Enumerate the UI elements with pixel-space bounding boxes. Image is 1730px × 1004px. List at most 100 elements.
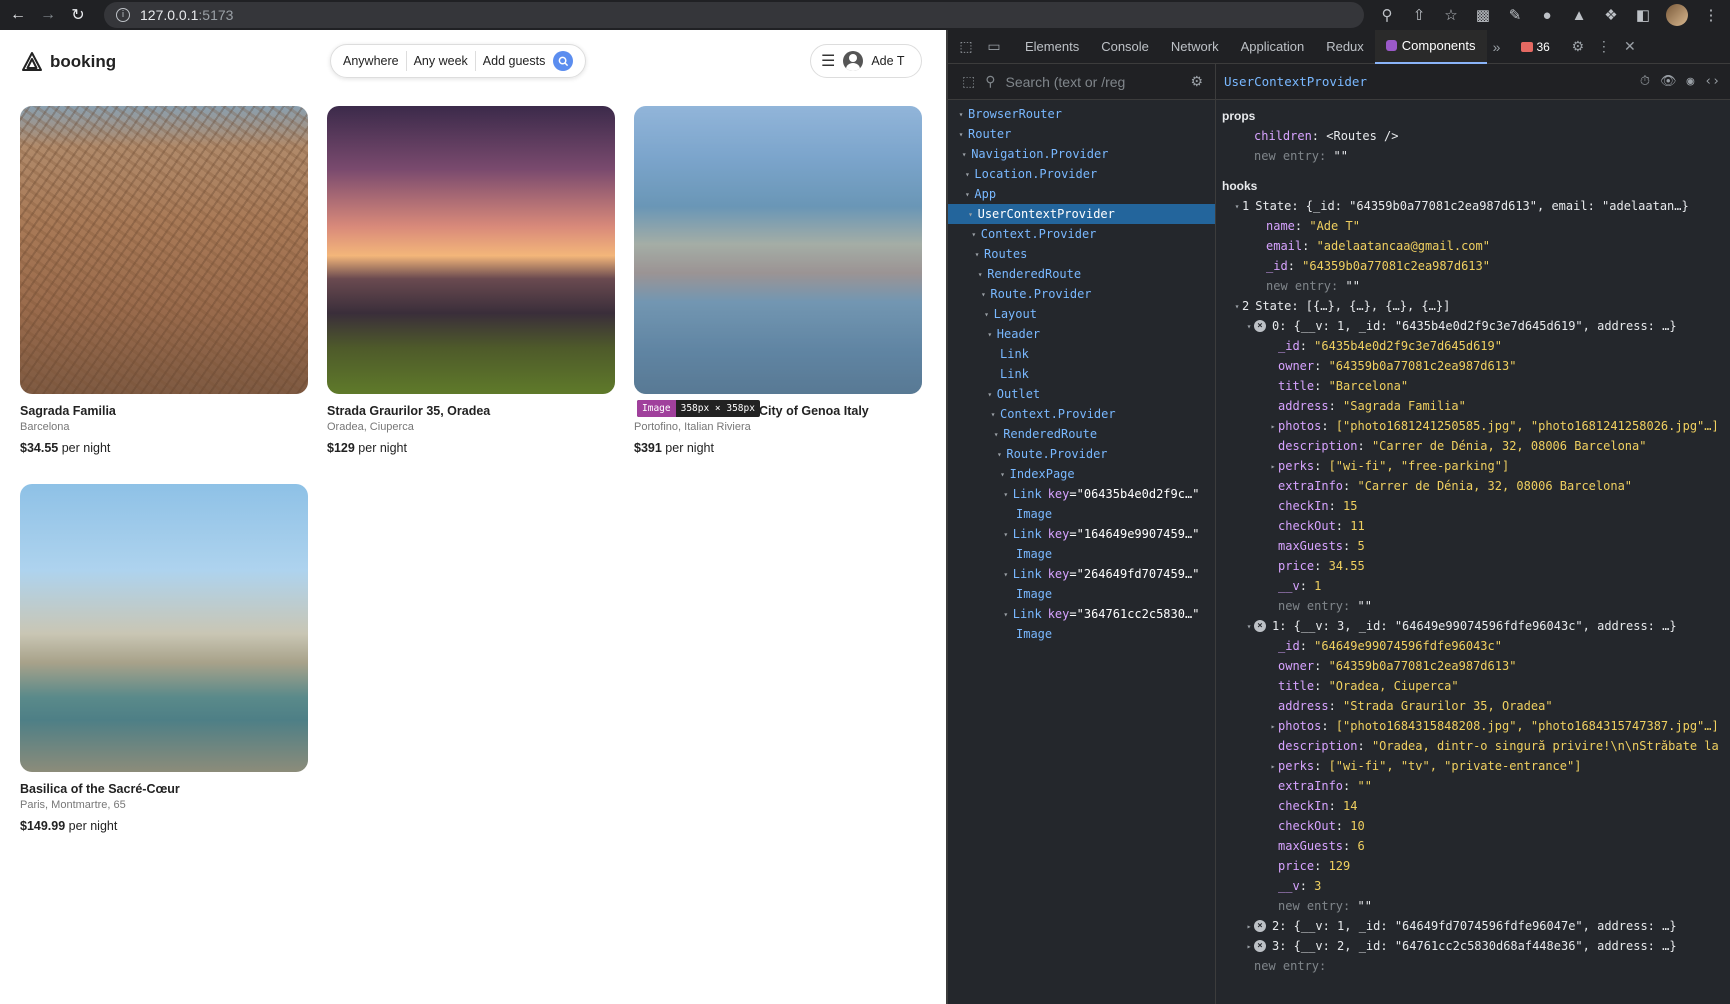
tab-redux[interactable]: Redux <box>1315 30 1375 64</box>
expand-arrow-icon[interactable]: ▾ <box>975 270 985 279</box>
new-entry-value[interactable]: "" <box>1345 279 1359 293</box>
tree-node[interactable]: ▾ RenderedRoute <box>948 264 1215 284</box>
expand-arrow-icon[interactable]: ▾ <box>956 110 966 119</box>
new-entry-value[interactable]: "" <box>1333 149 1347 163</box>
expand-arrow-icon[interactable]: ▾ <box>985 390 995 399</box>
inspector-line[interactable]: price: 129 <box>1216 856 1730 876</box>
tree-node[interactable]: ▾ RenderedRoute <box>948 424 1215 444</box>
inspector-line[interactable]: checkOut: 10 <box>1216 816 1730 836</box>
inspector-line[interactable]: title: "Oradea, Ciuperca" <box>1216 676 1730 696</box>
inspector-line[interactable]: description: "Carrer de Dénia, 32, 08006… <box>1216 436 1730 456</box>
tree-node[interactable]: ▾ Context.Provider <box>948 224 1215 244</box>
tree-node[interactable]: ▾ Layout <box>948 304 1215 324</box>
bug-icon[interactable]: ◉ <box>1687 74 1695 89</box>
eye-icon[interactable]: 👁 <box>1660 74 1677 89</box>
expand-arrow-icon[interactable]: ▾ <box>994 450 1004 459</box>
tree-node[interactable]: ▾ IndexPage <box>948 464 1215 484</box>
expand-arrow-icon[interactable]: ▾ <box>985 330 995 339</box>
listing-image[interactable] <box>327 106 615 394</box>
expand-arrow-icon[interactable]: ▾ <box>966 210 976 219</box>
site-info-icon[interactable]: i <box>116 8 130 22</box>
tree-node[interactable]: ▾ Link key ="164649e9907459…" <box>948 524 1215 544</box>
puzzle-icon[interactable]: ❖ <box>1602 6 1620 24</box>
user-menu-button[interactable]: ☰ Ade T <box>810 44 922 78</box>
inspector-line[interactable]: checkIn: 14 <box>1216 796 1730 816</box>
new-entry-value[interactable]: "" <box>1357 599 1371 613</box>
expand-arrow-icon[interactable]: ▸ <box>1268 762 1278 771</box>
expand-arrow-icon[interactable]: ▾ <box>962 190 972 199</box>
expand-arrow-icon[interactable]: ▾ <box>1232 302 1242 311</box>
tree-node[interactable]: ▾ Location.Provider <box>948 164 1215 184</box>
expand-arrow-icon[interactable]: ▾ <box>982 310 992 319</box>
kebab-menu-icon[interactable]: ⋮ <box>1594 38 1614 55</box>
share-icon[interactable]: ⇧ <box>1410 6 1428 24</box>
component-search-input[interactable]: Search (text or /reg <box>1006 74 1126 90</box>
expand-arrow-icon[interactable]: ▾ <box>1001 490 1011 499</box>
tree-node[interactable]: ▾ Routes <box>948 244 1215 264</box>
inspector-line[interactable]: new entry: "" <box>1216 596 1730 616</box>
expand-arrow-icon[interactable]: ▾ <box>1244 322 1254 331</box>
inspector-line[interactable]: extraInfo: "Carrer de Dénia, 32, 08006 B… <box>1216 476 1730 496</box>
inspector-line[interactable]: __v: 3 <box>1216 876 1730 896</box>
expand-arrow-icon[interactable]: ▾ <box>1001 610 1011 619</box>
inspector-line[interactable]: ▸ photos: ["photo1684315848208.jpg", "pho… <box>1216 716 1730 736</box>
expand-arrow-icon[interactable]: ▾ <box>962 170 972 179</box>
search-any-week[interactable]: Any week <box>414 54 468 68</box>
inspector-line[interactable]: extraInfo: "" <box>1216 776 1730 796</box>
inspector-line[interactable]: _id: "64649e99074596fdfe96043c" <box>1216 636 1730 656</box>
inspector-line[interactable]: ▾ 1 State: {_id: "64359b0a77081c2ea987d613… <box>1216 196 1730 216</box>
tree-node[interactable]: Link <box>948 364 1215 384</box>
inspector-line[interactable]: ▸ × 3: {__v: 2, _id: "64761cc2c5830d68af44… <box>1216 936 1730 956</box>
select-element-icon[interactable]: ⬚ <box>962 73 975 90</box>
color-picker-icon[interactable]: ✎ <box>1506 6 1524 24</box>
inspector-line[interactable]: title: "Barcelona" <box>1216 376 1730 396</box>
expand-arrow-icon[interactable]: ▾ <box>956 130 966 139</box>
tree-node[interactable]: ▾ Outlet <box>948 384 1215 404</box>
inspector-line[interactable]: name: "Ade T" <box>1216 216 1730 236</box>
tree-node[interactable]: ▾ Router <box>948 124 1215 144</box>
inspector-line[interactable]: ▸ perks: ["wi-fi", "tv", "private-entranc… <box>1216 756 1730 776</box>
more-tabs-icon[interactable]: » <box>1487 39 1507 55</box>
inspect-element-icon[interactable]: ⬚ <box>956 38 976 55</box>
view-source-icon[interactable]: ‹› <box>1704 74 1720 89</box>
tree-node[interactable]: Image <box>948 544 1215 564</box>
error-count-badge[interactable]: 36 <box>1520 40 1550 54</box>
inspector-line[interactable]: address: "Sagrada Familia" <box>1216 396 1730 416</box>
inspector-line[interactable]: price: 34.55 <box>1216 556 1730 576</box>
zoom-icon[interactable]: ⚲ <box>1378 6 1396 24</box>
remove-item-icon[interactable]: × <box>1254 620 1266 632</box>
tree-node[interactable]: ▾ App <box>948 184 1215 204</box>
expand-arrow-icon[interactable]: ▾ <box>1001 570 1011 579</box>
tree-node[interactable]: Image <box>948 624 1215 644</box>
listing-card[interactable]: Basilica of the Sacré-Cœur Paris, Montma… <box>20 484 308 833</box>
tree-node[interactable]: ▾ Link key ="06435b4e0d2f9c…" <box>948 484 1215 504</box>
sidebar-icon[interactable]: ◧ <box>1634 6 1652 24</box>
listing-image[interactable] <box>20 106 308 394</box>
timer-icon[interactable]: ⏱ <box>1640 74 1650 89</box>
search-bar[interactable]: Anywhere Any week Add guests <box>330 44 587 78</box>
reload-icon[interactable]: ↻ <box>66 3 90 27</box>
bookmark-star-icon[interactable]: ☆ <box>1442 6 1460 24</box>
tree-node[interactable]: ▾ UserContextProvider <box>948 204 1215 224</box>
tree-node[interactable]: Image <box>948 584 1215 604</box>
tree-node[interactable]: Image <box>948 504 1215 524</box>
expand-arrow-icon[interactable]: ▾ <box>959 150 969 159</box>
expand-arrow-icon[interactable]: ▾ <box>1232 202 1242 211</box>
inspector-line[interactable]: description: "Oradea, dintr-o singură pr… <box>1216 736 1730 756</box>
expand-arrow-icon[interactable]: ▾ <box>978 290 988 299</box>
inspector-line[interactable]: _id: "64359b0a77081c2ea987d613" <box>1216 256 1730 276</box>
browser-menu-icon[interactable]: ⋮ <box>1702 6 1720 24</box>
brand-logo[interactable]: booking <box>20 50 116 74</box>
tree-settings-icon[interactable]: ⚙ <box>1190 73 1203 90</box>
inspector-line[interactable]: ▸ photos: ["photo1681241250585.jpg", "pho… <box>1216 416 1730 436</box>
inspector-line[interactable]: ▸ perks: ["wi-fi", "free-parking"] <box>1216 456 1730 476</box>
profile-avatar[interactable] <box>1666 4 1688 26</box>
tab-application[interactable]: Application <box>1230 30 1316 64</box>
inspector-line[interactable]: address: "Strada Graurilor 35, Oradea" <box>1216 696 1730 716</box>
listing-card[interactable]: Sagrada Familia Barcelona $34.55 per nig… <box>20 106 308 455</box>
search-button[interactable] <box>553 51 574 71</box>
expand-arrow-icon[interactable]: ▸ <box>1268 422 1278 431</box>
tab-network[interactable]: Network <box>1160 30 1230 64</box>
tree-node[interactable]: Link <box>948 344 1215 364</box>
inspector-line[interactable]: checkOut: 11 <box>1216 516 1730 536</box>
